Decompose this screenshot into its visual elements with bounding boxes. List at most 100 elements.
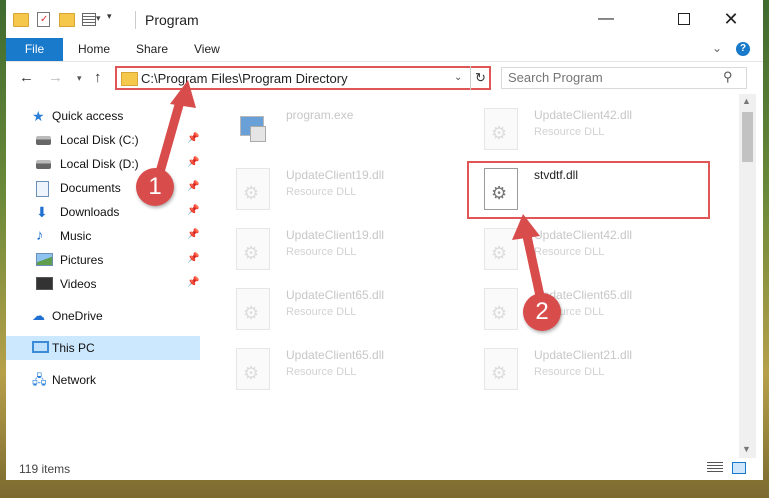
title-bar: ✓ ▾ ▾ Program — ✕ bbox=[6, 0, 763, 38]
search-input[interactable] bbox=[508, 70, 708, 85]
sidebar-item-label: Downloads bbox=[60, 205, 120, 219]
file-list: program.exe ⚙ UpdateClient42.dll Resourc… bbox=[214, 94, 739, 456]
dll-file-icon: ⚙ bbox=[484, 288, 518, 330]
pictures-icon bbox=[36, 253, 53, 266]
dll-file-icon: ⚙ bbox=[236, 228, 270, 270]
file-type: Resource DLL bbox=[286, 186, 357, 198]
new-folder-icon[interactable] bbox=[58, 10, 75, 28]
scroll-down-icon[interactable]: ▼ bbox=[742, 444, 751, 454]
sidebar-item-label: Music bbox=[60, 229, 92, 243]
tab-view[interactable]: View bbox=[194, 38, 220, 61]
address-bar[interactable]: C:\Program Files\Program Directory ⌄ ↻ bbox=[115, 66, 491, 90]
file-item[interactable]: ⚙ UpdateClient65.dll Resource DLL bbox=[226, 282, 456, 338]
dll-file-icon: ⚙ bbox=[484, 228, 518, 270]
tab-file[interactable]: File bbox=[6, 38, 63, 61]
sidebar-item-local-disk-c[interactable]: Local Disk (C:) 📌 bbox=[6, 128, 200, 152]
sidebar-item-quick-access[interactable]: ★ Quick access bbox=[6, 104, 200, 128]
address-dropdown-icon[interactable]: ⌄ bbox=[454, 72, 462, 83]
file-item[interactable]: ⚙ UpdateClient19.dll Resource DLL bbox=[226, 222, 456, 278]
file-type: Resource DLL bbox=[534, 366, 605, 378]
videos-icon bbox=[36, 277, 53, 290]
sidebar-item-onedrive[interactable]: ☁ OneDrive bbox=[6, 304, 200, 328]
pin-icon: 📌 bbox=[187, 205, 200, 216]
up-arrow-icon[interactable]: ↑ bbox=[94, 69, 102, 86]
scroll-up-icon[interactable]: ▲ bbox=[742, 96, 751, 106]
help-icon[interactable]: ? bbox=[736, 42, 750, 56]
sidebar-item-downloads[interactable]: ⬇ Downloads 📌 bbox=[6, 200, 200, 224]
sidebar-item-label: Quick access bbox=[52, 109, 124, 123]
back-arrow-icon[interactable]: ← bbox=[19, 69, 34, 86]
search-box[interactable]: ⚲ bbox=[501, 67, 747, 89]
music-icon: ♪ bbox=[36, 227, 44, 244]
address-path[interactable]: C:\Program Files\Program Directory bbox=[141, 71, 348, 86]
sidebar-item-label: Network bbox=[52, 373, 97, 387]
dll-file-icon: ⚙ bbox=[236, 288, 270, 330]
sidebar-item-label: Pictures bbox=[60, 253, 104, 267]
sidebar-item-label: Documents bbox=[60, 181, 121, 195]
properties-icon[interactable]: ✓ bbox=[35, 10, 51, 28]
file-type: Resource DLL bbox=[534, 126, 605, 138]
sidebar-item-videos[interactable]: Videos 📌 bbox=[6, 272, 200, 296]
window-title: Program bbox=[145, 12, 199, 28]
forward-arrow-icon[interactable]: → bbox=[48, 69, 63, 86]
vertical-scrollbar[interactable]: ▲ ▼ bbox=[739, 94, 756, 458]
expand-ribbon-icon[interactable]: ⌄ bbox=[712, 41, 722, 55]
recent-locations-chevron-icon[interactable]: ▾ bbox=[77, 73, 82, 84]
sidebar-item-this-pc[interactable]: This PC bbox=[6, 336, 200, 360]
details-view-icon[interactable] bbox=[707, 462, 723, 474]
dll-file-icon: ⚙ bbox=[236, 348, 270, 390]
sidebar-item-label: Local Disk (C:) bbox=[60, 133, 139, 147]
cloud-icon: ☁ bbox=[32, 308, 45, 323]
sidebar-item-local-disk-d[interactable]: Local Disk (D:) 📌 bbox=[6, 152, 200, 176]
maximize-icon bbox=[678, 12, 690, 25]
search-icon: ⚲ bbox=[723, 69, 733, 84]
file-name: UpdateClient19.dll bbox=[286, 228, 385, 242]
tab-share[interactable]: Share bbox=[136, 38, 168, 61]
file-name: UpdateClient65.dll bbox=[286, 348, 385, 362]
minimize-button[interactable]: — bbox=[584, 4, 628, 34]
file-item[interactable]: ⚙ UpdateClient21.dll Resource DLL bbox=[474, 342, 704, 398]
file-type: Resource DLL bbox=[534, 246, 605, 258]
close-button[interactable]: ✕ bbox=[709, 4, 753, 34]
dll-file-icon: ⚙ bbox=[484, 348, 518, 390]
folder-icon[interactable] bbox=[12, 10, 29, 28]
refresh-icon[interactable]: ↻ bbox=[470, 66, 490, 90]
tab-home[interactable]: Home bbox=[78, 38, 110, 61]
status-bar: 119 items bbox=[6, 458, 763, 480]
step-badge-1: 1 bbox=[136, 168, 174, 206]
customize-toolbar-chevron-icon[interactable]: ▾ bbox=[107, 11, 119, 29]
file-name: UpdateClient42.dll bbox=[534, 228, 633, 242]
disk-icon bbox=[36, 160, 51, 169]
sidebar-item-pictures[interactable]: Pictures 📌 bbox=[6, 248, 200, 272]
pin-icon: 📌 bbox=[187, 181, 200, 192]
sidebar-item-label: This PC bbox=[52, 341, 95, 355]
ribbon: File Home Share View ⌄ ? bbox=[6, 38, 763, 62]
file-item[interactable]: program.exe bbox=[226, 102, 456, 158]
computer-icon bbox=[32, 341, 49, 353]
pin-icon: 📌 bbox=[187, 229, 200, 240]
sidebar-item-label: Local Disk (D:) bbox=[60, 157, 139, 171]
view-options-icon[interactable]: ▾ bbox=[81, 10, 103, 28]
file-item[interactable]: ⚙ UpdateClient65.dll Resource DLL bbox=[474, 282, 704, 338]
item-count: 119 items bbox=[19, 462, 71, 476]
sidebar-item-network[interactable]: 🖧 Network bbox=[6, 368, 200, 392]
pin-icon: 📌 bbox=[187, 133, 200, 144]
file-item[interactable]: ⚙ UpdateClient42.dll Resource DLL bbox=[474, 222, 704, 278]
download-icon: ⬇ bbox=[36, 204, 48, 220]
file-item[interactable]: ⚙ UpdateClient42.dll Resource DLL bbox=[474, 102, 704, 158]
file-item[interactable]: ⚙ UpdateClient65.dll Resource DLL bbox=[226, 342, 456, 398]
maximize-button[interactable] bbox=[662, 4, 706, 34]
file-name: UpdateClient19.dll bbox=[286, 168, 385, 182]
navigation-pane: ★ Quick access Local Disk (C:) 📌 Local D… bbox=[6, 96, 206, 456]
scrollbar-thumb[interactable] bbox=[742, 112, 753, 162]
dll-file-icon: ⚙ bbox=[484, 108, 518, 150]
pin-icon: 📌 bbox=[187, 253, 200, 264]
title-separator bbox=[135, 11, 136, 29]
pin-icon: 📌 bbox=[187, 277, 200, 288]
sidebar-item-label: Videos bbox=[60, 277, 97, 291]
large-icons-view-icon[interactable] bbox=[732, 462, 746, 474]
file-item[interactable]: ⚙ UpdateClient19.dll Resource DLL bbox=[226, 162, 456, 218]
file-name: UpdateClient65.dll bbox=[286, 288, 385, 302]
sidebar-item-music[interactable]: ♪ Music 📌 bbox=[6, 224, 200, 248]
documents-icon bbox=[36, 181, 49, 197]
